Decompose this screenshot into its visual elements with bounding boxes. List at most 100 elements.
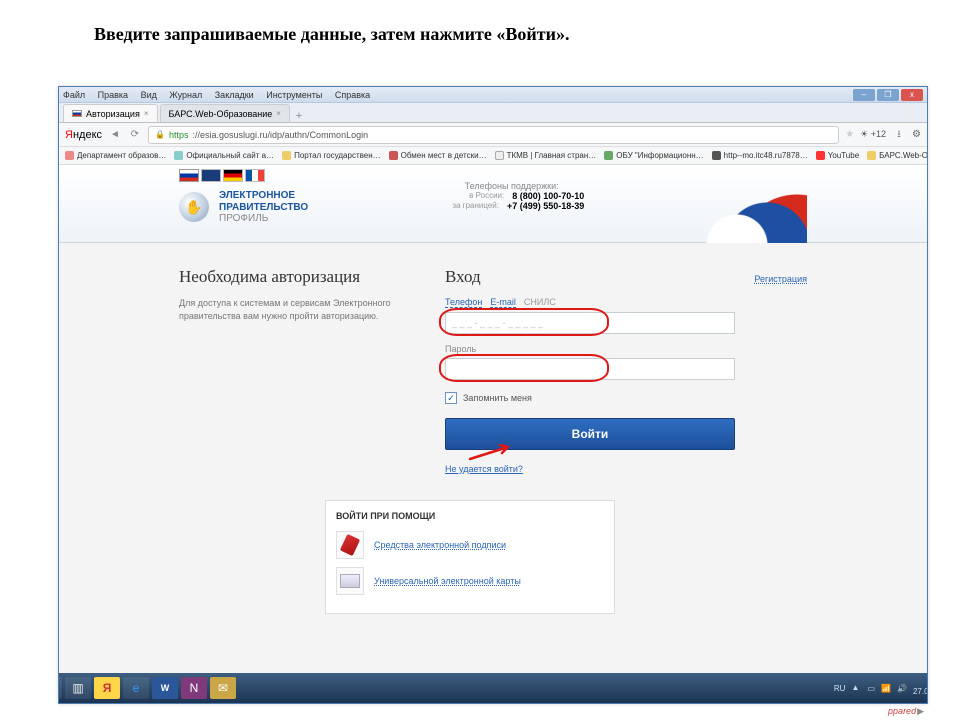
usb-token-icon [336, 531, 364, 559]
help-uec-link[interactable]: Универсальной электронной карты [374, 576, 521, 586]
ru-flag-decoration [627, 165, 807, 243]
window-close-button[interactable]: x [901, 89, 923, 101]
login-title: Вход [445, 267, 481, 287]
browser-window: Файл Правка Вид Журнал Закладки Инструме… [58, 86, 928, 704]
favicon-icon [816, 151, 825, 160]
bookmark-item[interactable]: ОБУ "Информационн… [604, 151, 703, 160]
nav-reload-button[interactable]: ⟳ [128, 128, 142, 142]
taskbar-explorer-icon[interactable]: ▥ [65, 677, 91, 699]
browser-menu[interactable]: Файл Правка Вид Журнал Закладки Инструме… [63, 90, 380, 100]
windows-taskbar: ● ▥ Я e W N ✉ RU ▲ ▭ 📶 🔊 11:56 27.06.201… [59, 673, 927, 703]
lang-ru-button[interactable] [179, 169, 199, 182]
browser-tab-active[interactable]: Авторизация × [63, 104, 158, 122]
taskbar-onenote-icon[interactable]: N [181, 677, 207, 699]
password-label: Пароль [445, 344, 807, 354]
tab-close-icon[interactable]: × [276, 109, 281, 118]
support-phones: Телефоны поддержки: в России:8 (800) 100… [439, 181, 584, 211]
site-header: ✋ ЭЛЕКТРОННОЕ ПРАВИТЕЛЬСТВО ПРОФИЛЬ Теле… [59, 165, 927, 243]
settings-gear-icon[interactable]: ⚙ [912, 129, 921, 140]
favicon-icon [282, 151, 291, 160]
favicon-icon [495, 151, 504, 160]
bookmark-item[interactable]: http--mo.itc48.ru7878… [712, 151, 808, 160]
favicon-icon [65, 151, 74, 160]
bookmark-item[interactable]: ТКМВ | Главная стран… [495, 151, 597, 160]
url-path: ://esia.gosuslugi.ru/idp/authn/CommonLog… [192, 130, 368, 140]
nav-back-button[interactable]: ◄ [108, 128, 122, 142]
taskbar-word-icon[interactable]: W [152, 677, 178, 699]
bookmark-star-icon[interactable]: ★ [845, 129, 854, 140]
favicon-icon [174, 151, 183, 160]
browser-tab-inactive[interactable]: БАРС.Web-Образование × [160, 104, 290, 122]
tab-snils[interactable]: СНИЛС [524, 297, 556, 308]
taskbar-ie-icon[interactable]: e [123, 677, 149, 699]
ru-flag-icon [72, 110, 82, 117]
login-method-tabs: Телефон E-mail СНИЛС [445, 297, 807, 308]
browser-titlebar: Файл Правка Вид Журнал Закладки Инструме… [59, 87, 927, 103]
weather-widget[interactable]: ☀ +12 [860, 129, 886, 140]
bookmarks-bar: Департамент образов… Официальный сайт а…… [59, 147, 927, 165]
window-maximize-button[interactable]: ❐ [877, 89, 899, 101]
bookmark-item[interactable]: Департамент образов… [65, 151, 166, 160]
login-button[interactable]: Войти [445, 418, 735, 450]
help-eds-link[interactable]: Средства электронной подписи [374, 540, 506, 550]
card-icon [336, 567, 364, 595]
site-logo-icon: ✋ [179, 192, 209, 222]
bookmark-item[interactable]: YouTube [816, 151, 859, 160]
favicon-icon [604, 151, 613, 160]
tab-close-icon[interactable]: × [144, 109, 149, 118]
bookmark-item[interactable]: Портал государствен… [282, 151, 381, 160]
remember-label: Запомнить меня [463, 393, 532, 403]
taskbar-outlook-icon[interactable]: ✉ [210, 677, 236, 699]
menu-help[interactable]: Справка [335, 90, 370, 100]
browser-address-bar: Яндекс ◄ ⟳ 🔒 https ://esia.gosuslugi.ru/… [59, 123, 927, 147]
favicon-icon [867, 151, 876, 160]
url-https: https [169, 130, 189, 140]
window-minimize-button[interactable]: – [853, 89, 875, 101]
favicon-icon [389, 151, 398, 160]
remember-checkbox[interactable]: ✓ [445, 392, 457, 404]
password-field[interactable] [445, 358, 735, 380]
instruction-text: Введите запрашиваемые данные, затем нажм… [0, 0, 960, 59]
favicon-icon [712, 151, 721, 160]
page-content: ✋ ЭЛЕКТРОННОЕ ПРАВИТЕЛЬСТВО ПРОФИЛЬ Теле… [59, 165, 927, 703]
download-icon[interactable]: ⭳ [892, 128, 906, 142]
tab-email[interactable]: E-mail [490, 297, 516, 308]
yandex-logo[interactable]: Яндекс [65, 129, 102, 141]
bookmark-item[interactable]: БАРС.Web-Образова… [867, 151, 927, 160]
bookmark-item[interactable]: Обмен мест в детски… [389, 151, 487, 160]
help-title: ВОЙТИ ПРИ ПОМОЩИ [336, 511, 604, 521]
annotation-arrow-icon [468, 443, 518, 461]
new-tab-button[interactable]: + [292, 110, 306, 122]
menu-edit[interactable]: Правка [98, 90, 128, 100]
lang-de-button[interactable] [223, 169, 243, 182]
lock-icon: 🔒 [155, 130, 165, 139]
cant-login-link[interactable]: Не удается войти? [445, 464, 807, 474]
site-brand: ЭЛЕКТРОННОЕ ПРАВИТЕЛЬСТВО ПРОФИЛЬ [219, 190, 308, 225]
tab-label: Авторизация [86, 109, 140, 119]
menu-bookmarks[interactable]: Закладки [215, 90, 254, 100]
register-link[interactable]: Регистрация [754, 274, 807, 284]
taskbar-yandex-icon[interactable]: Я [94, 677, 120, 699]
bookmark-item[interactable]: Официальный сайт а… [174, 151, 274, 160]
login-help-box: ВОЙТИ ПРИ ПОМОЩИ Средства электронной по… [325, 500, 615, 614]
login-field[interactable]: _ _ _ - _ _ _ - _ _ _ _ _ [445, 312, 735, 334]
tray-up-icon[interactable]: ▲ [851, 683, 861, 693]
tray-network-icon[interactable]: 📶 [881, 684, 891, 693]
url-input[interactable]: 🔒 https ://esia.gosuslugi.ru/idp/authn/C… [148, 126, 839, 144]
tray-flag-icon[interactable]: ▭ [867, 684, 875, 693]
tab-telephone[interactable]: Телефон [445, 297, 482, 308]
tab-label: БАРС.Web-Образование [169, 109, 273, 119]
tray-lang[interactable]: RU [834, 684, 846, 693]
lang-en-button[interactable] [201, 169, 221, 182]
menu-history[interactable]: Журнал [169, 90, 202, 100]
menu-file[interactable]: Файл [63, 90, 85, 100]
menu-view[interactable]: Вид [141, 90, 157, 100]
taskbar-firefox-icon[interactable]: ● [59, 677, 62, 699]
auth-required-text: Для доступа к системам и сервисам Электр… [179, 297, 419, 322]
menu-tools[interactable]: Инструменты [266, 90, 322, 100]
browser-tabstrip: Авторизация × БАРС.Web-Образование × + [59, 103, 927, 123]
system-tray: RU ▲ ▭ 📶 🔊 11:56 27.06.2014 [834, 679, 927, 697]
tray-clock[interactable]: 11:56 27.06.2014 [913, 679, 927, 697]
lang-fr-button[interactable] [245, 169, 265, 182]
tray-volume-icon[interactable]: 🔊 [897, 684, 907, 693]
